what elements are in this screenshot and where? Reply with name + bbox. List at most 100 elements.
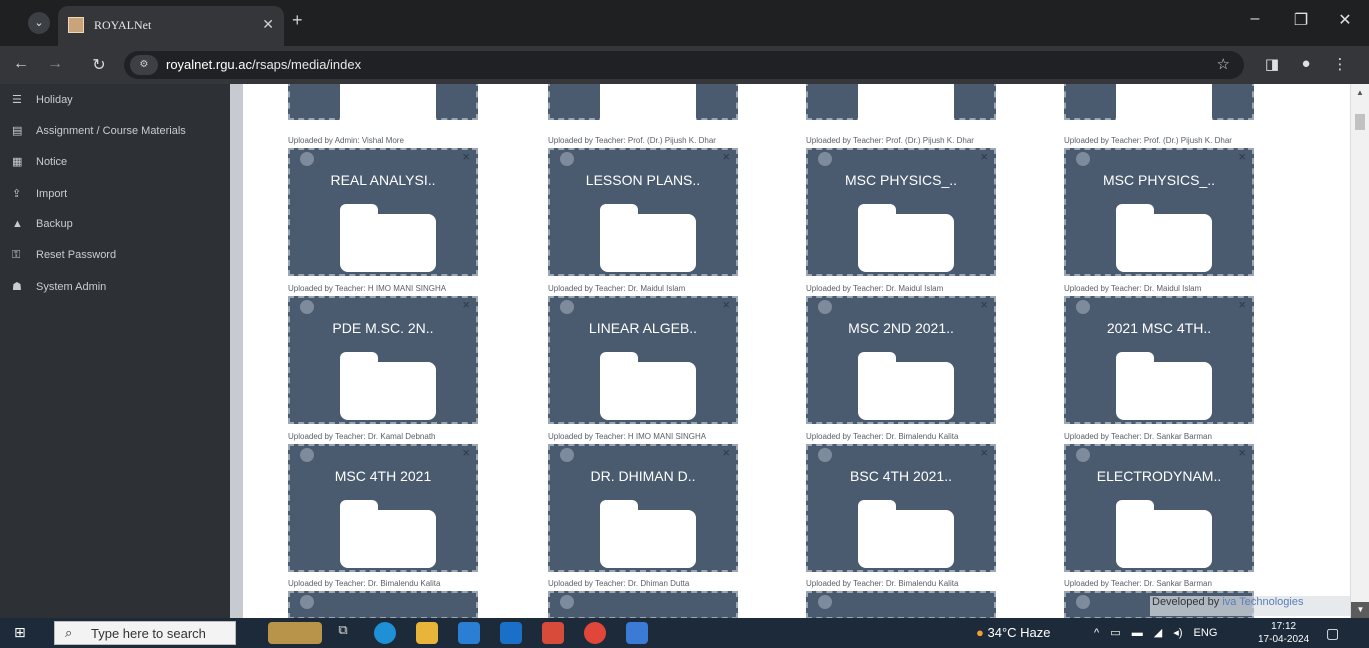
sidebar-item-backup[interactable]: ▲ Backup bbox=[12, 218, 73, 238]
folder-status-icon bbox=[300, 152, 314, 166]
folder-card-partial[interactable] bbox=[806, 591, 996, 618]
delete-icon[interactable]: × bbox=[1238, 297, 1246, 312]
scroll-up-icon[interactable]: ▲ bbox=[1356, 88, 1364, 97]
delete-icon[interactable]: × bbox=[1238, 445, 1246, 460]
folder-card-partial[interactable] bbox=[288, 591, 478, 618]
delete-icon[interactable]: × bbox=[980, 445, 988, 460]
reload-icon[interactable]: ↻ bbox=[88, 55, 110, 75]
sidebar-item-assignment[interactable]: ▤ Assignment / Course Materials bbox=[12, 124, 186, 144]
uploader-label: Uploaded by Teacher: Dr. Maidul Islam bbox=[806, 284, 944, 293]
sidebar-item-reset-password[interactable]: ⚿ Reset Password bbox=[12, 249, 116, 269]
folder-card[interactable]: × MSC PHYSICS_.. bbox=[806, 148, 996, 276]
backup-icon: ▲ bbox=[12, 218, 23, 230]
uploader-label: Uploaded by Teacher: Prof. (Dr.) Pijush … bbox=[1064, 136, 1232, 145]
delete-icon[interactable]: × bbox=[1238, 149, 1246, 164]
scroll-thumb[interactable] bbox=[1355, 114, 1365, 130]
folder-card-partial[interactable] bbox=[548, 84, 738, 128]
sidebar-item-label: Holiday bbox=[36, 94, 73, 106]
bookmark-star-icon[interactable]: ☆ bbox=[1217, 55, 1230, 73]
folder-card[interactable]: × ELECTRODYNAM.. bbox=[1064, 444, 1254, 572]
folder-card[interactable]: × LESSON PLANS.. bbox=[548, 148, 738, 276]
sidebar-item-notice[interactable]: ▦ Notice bbox=[12, 155, 67, 175]
delete-icon[interactable]: × bbox=[722, 445, 730, 460]
sidebar-item-system-admin[interactable]: ☗ System Admin bbox=[12, 280, 106, 300]
system-tray[interactable]: ^ ▭ ▬ ◢ ◂) ENG bbox=[1094, 626, 1217, 639]
sidebar-item-holiday[interactable]: ☰ Holiday bbox=[12, 93, 73, 113]
windows-start-icon[interactable]: ⊞ bbox=[14, 624, 32, 642]
chevron-up-icon[interactable]: ^ bbox=[1094, 627, 1099, 639]
folder-card-partial[interactable] bbox=[806, 84, 996, 128]
battery-icon[interactable]: ▬ bbox=[1132, 627, 1143, 639]
browser-tab[interactable]: ROYALNet ✕ bbox=[58, 6, 284, 46]
delete-icon[interactable]: × bbox=[722, 149, 730, 164]
delete-icon[interactable]: × bbox=[462, 149, 470, 164]
page-scrollbar[interactable]: ▲ ▼ bbox=[1350, 84, 1369, 618]
scroll-down-icon[interactable]: ▼ bbox=[1351, 602, 1369, 618]
folder-card-partial[interactable] bbox=[288, 84, 478, 128]
folder-card[interactable]: × DR. DHIMAN D.. bbox=[548, 444, 738, 572]
delete-icon[interactable]: × bbox=[980, 149, 988, 164]
new-tab-button[interactable]: + bbox=[292, 10, 303, 31]
notification-icon[interactable]: ▢ bbox=[1326, 625, 1339, 642]
forward-arrow-icon[interactable]: → bbox=[44, 55, 66, 73]
tab-search-button[interactable]: ⌄ bbox=[28, 12, 50, 34]
close-window-button[interactable]: ✕ bbox=[1330, 10, 1360, 30]
chrome-icon[interactable] bbox=[584, 622, 606, 644]
folder-icon bbox=[600, 84, 696, 128]
folder-title: DR. DHIMAN D.. bbox=[590, 468, 696, 484]
word-icon[interactable] bbox=[626, 622, 648, 644]
side-panel-icon[interactable]: ◨ bbox=[1262, 55, 1282, 73]
widgets-icon[interactable] bbox=[268, 622, 322, 644]
taskbar-search-box[interactable]: ⌕ Type here to search bbox=[54, 621, 236, 645]
url-path: /rsaps/media/index bbox=[252, 57, 362, 72]
folder-card[interactable]: × LINEAR ALGEB.. bbox=[548, 296, 738, 424]
store-icon[interactable] bbox=[458, 622, 480, 644]
folder-card[interactable]: × BSC 4TH 2021.. bbox=[806, 444, 996, 572]
folder-title: BSC 4TH 2021.. bbox=[850, 468, 952, 484]
search-placeholder: Type here to search bbox=[91, 626, 206, 641]
folder-card-partial[interactable] bbox=[548, 591, 738, 618]
weather-widget[interactable]: ● 34°C Haze bbox=[976, 625, 1051, 640]
volume-icon[interactable]: ◂) bbox=[1173, 627, 1182, 639]
sidebar-item-import[interactable]: ⇪ Import bbox=[12, 187, 67, 207]
search-icon: ⌕ bbox=[65, 625, 73, 640]
uploader-label: Uploaded by Teacher: Dr. Maidul Islam bbox=[548, 284, 686, 293]
edge-browser-icon[interactable] bbox=[374, 622, 396, 644]
developer-brand-link[interactable]: iva Technologies bbox=[1222, 596, 1303, 608]
network-icon[interactable]: ▭ bbox=[1110, 627, 1120, 639]
acrobat-icon[interactable] bbox=[542, 622, 564, 644]
folder-status-icon bbox=[560, 300, 574, 314]
folder-icon bbox=[858, 84, 954, 128]
folder-card[interactable]: × REAL ANALYSI.. bbox=[288, 148, 478, 276]
language-indicator[interactable]: ENG bbox=[1194, 627, 1218, 639]
delete-icon[interactable]: × bbox=[462, 445, 470, 460]
folder-card[interactable]: × 2021 MSC 4TH.. bbox=[1064, 296, 1254, 424]
delete-icon[interactable]: × bbox=[462, 297, 470, 312]
address-bar[interactable]: ⚙ royalnet.rgu.ac/rsaps/media/index ☆ bbox=[124, 51, 1244, 79]
menu-kebab-icon[interactable]: ⋮ bbox=[1330, 55, 1350, 73]
folder-card[interactable]: × MSC 2ND 2021.. bbox=[806, 296, 996, 424]
task-view-icon[interactable]: ⧉ bbox=[332, 622, 354, 644]
clock-date: 17-04-2024 bbox=[1258, 634, 1310, 645]
uploader-label: Uploaded by Teacher: Dr. Dhiman Dutta bbox=[548, 579, 690, 588]
site-info-icon[interactable]: ⚙ bbox=[130, 55, 158, 75]
minimize-button[interactable]: – bbox=[1240, 10, 1270, 28]
folder-status-icon bbox=[560, 595, 574, 609]
delete-icon[interactable]: × bbox=[722, 297, 730, 312]
key-icon: ⚿ bbox=[12, 249, 21, 261]
folder-card[interactable]: × PDE M.SC. 2N.. bbox=[288, 296, 478, 424]
folder-card[interactable]: × MSC PHYSICS_.. bbox=[1064, 148, 1254, 276]
delete-icon[interactable]: × bbox=[980, 297, 988, 312]
folder-card[interactable]: × MSC 4TH 2021 bbox=[288, 444, 478, 572]
profile-icon[interactable]: ● bbox=[1296, 55, 1316, 72]
system-clock[interactable]: 17:12 17-04-2024 bbox=[1258, 620, 1309, 646]
upload-icon: ⇪ bbox=[12, 188, 22, 200]
maximize-button[interactable]: ❐ bbox=[1286, 10, 1316, 30]
back-arrow-icon[interactable]: ← bbox=[10, 55, 32, 73]
uploader-label: Uploaded by Teacher: H IMO MANI SINGHA bbox=[548, 432, 707, 441]
file-explorer-icon[interactable] bbox=[416, 622, 438, 644]
tab-close-icon[interactable]: ✕ bbox=[262, 16, 274, 33]
folder-card-partial[interactable] bbox=[1064, 84, 1254, 128]
wifi-icon[interactable]: ◢ bbox=[1154, 627, 1162, 639]
mail-icon[interactable] bbox=[500, 622, 522, 644]
